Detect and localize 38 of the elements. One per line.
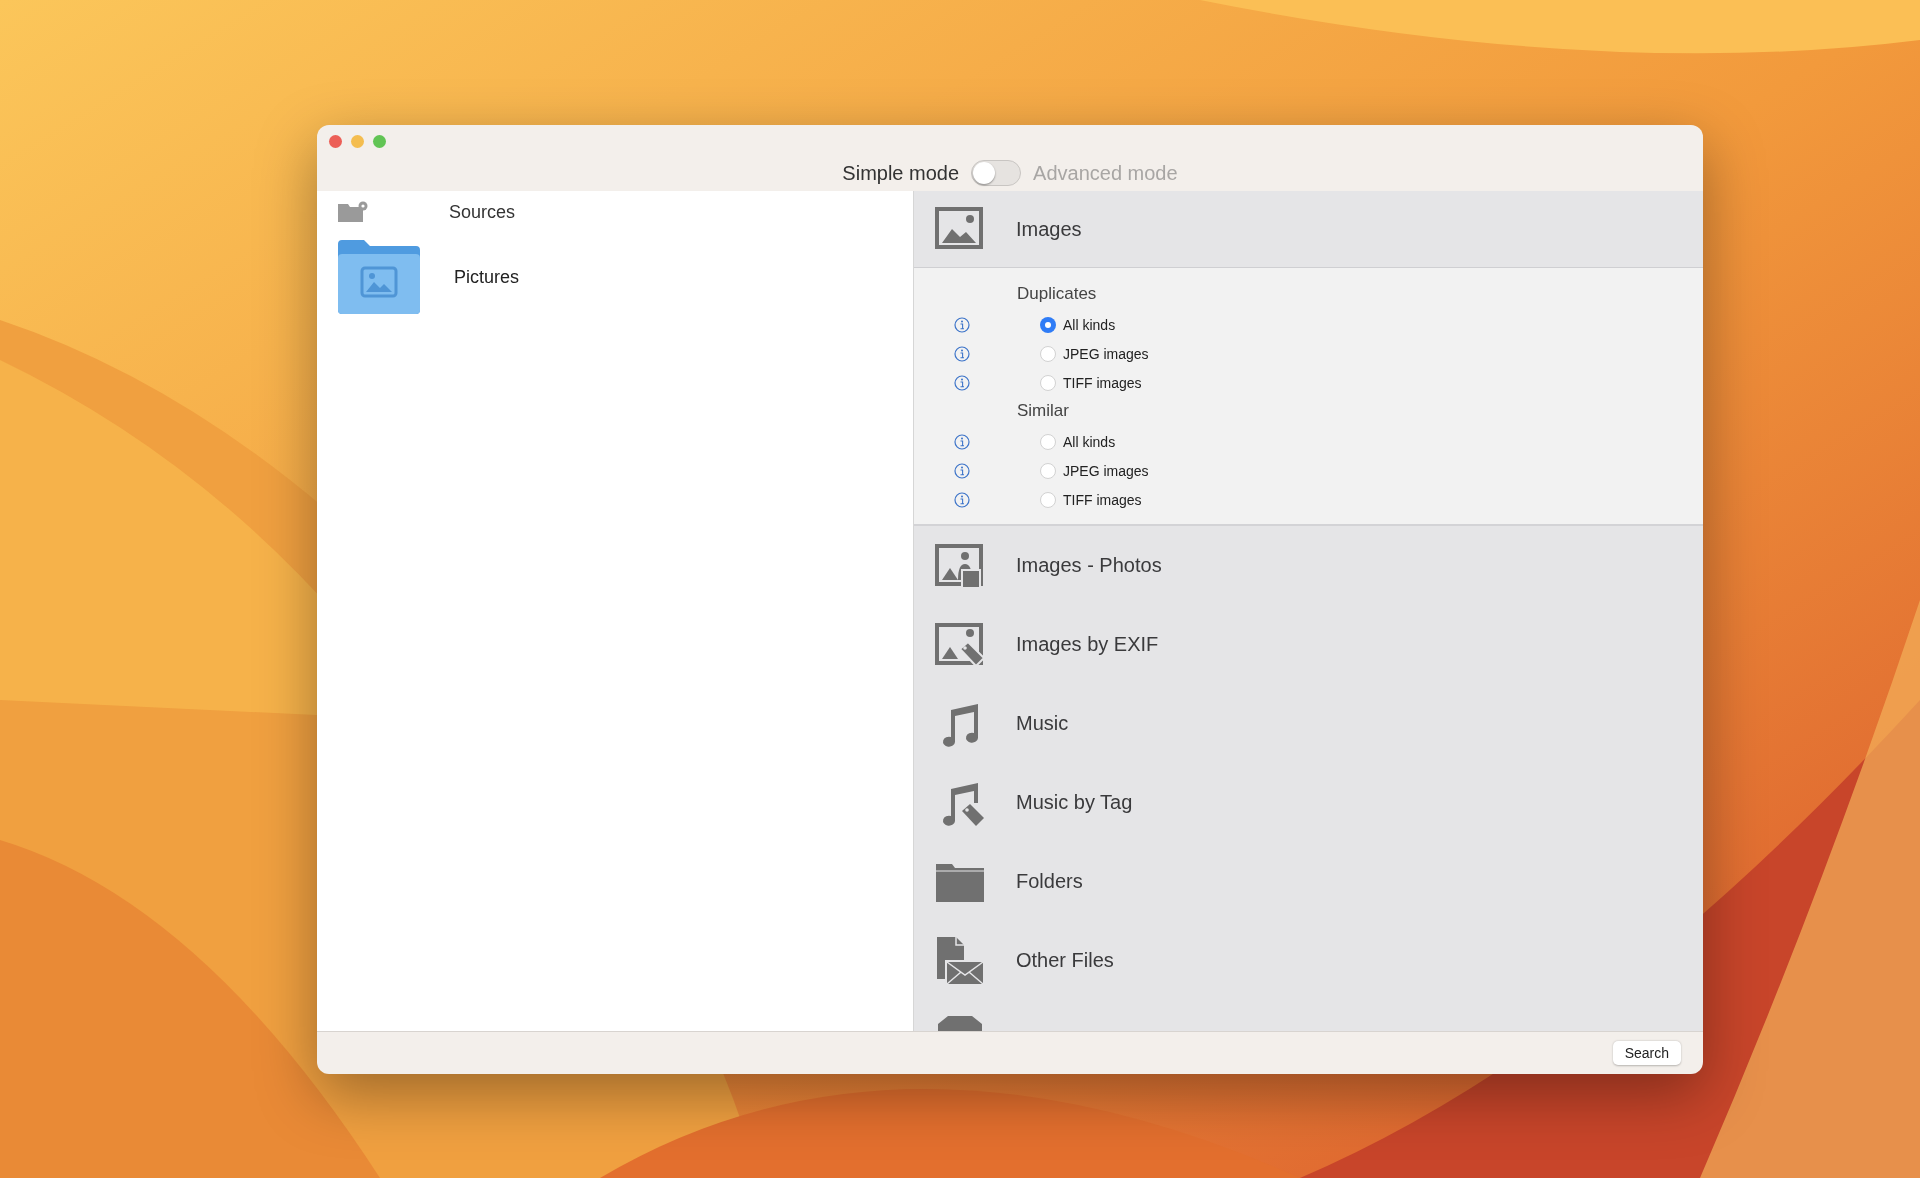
info-icon[interactable]	[954, 345, 970, 362]
sources-heading: Sources	[449, 201, 516, 223]
group-title: Similar	[1017, 400, 1070, 422]
info-icon[interactable]	[954, 316, 970, 333]
radio-button[interactable]	[1040, 345, 1056, 362]
radio-button[interactable]	[1040, 433, 1056, 450]
option-label: JPEG images	[1063, 345, 1149, 362]
option-label: All kinds	[1063, 433, 1116, 450]
category-row[interactable]: Images by EXIF	[914, 605, 1703, 684]
folder-icon	[336, 240, 422, 314]
category-row[interactable]: Other Files	[914, 921, 1703, 1000]
category-row[interactable]: Music by Tag	[914, 763, 1703, 842]
info-icon[interactable]	[954, 462, 970, 479]
mode-label: Simple mode	[842, 161, 960, 185]
option-label: TIFF images	[1063, 491, 1142, 508]
folder-gear-icon[interactable]	[337, 200, 369, 224]
source-item[interactable]: Pictures	[454, 266, 520, 288]
option-label: JPEG images	[1063, 462, 1149, 479]
group-title: Duplicates	[1017, 283, 1098, 305]
search-button[interactable]: Search	[1612, 1041, 1681, 1065]
info-icon[interactable]	[954, 491, 970, 508]
minimize-button[interactable]	[351, 135, 364, 148]
close-button[interactable]	[329, 135, 342, 148]
radio-button[interactable]	[1040, 316, 1056, 333]
radio-button[interactable]	[1040, 374, 1056, 391]
mode-label: Advanced mode	[1033, 161, 1178, 185]
info-icon[interactable]	[954, 374, 970, 391]
radio-button[interactable]	[1040, 462, 1056, 479]
zoom-button[interactable]	[373, 135, 386, 148]
mode-toggle[interactable]	[971, 160, 1022, 186]
info-icon[interactable]	[954, 433, 970, 450]
radio-button[interactable]	[1040, 491, 1056, 508]
option-label: TIFF images	[1063, 374, 1142, 391]
category-row[interactable]: Images - Photos	[914, 526, 1703, 605]
file-envelope-icon	[934, 934, 986, 987]
category-row[interactable]: Folders	[914, 842, 1703, 921]
category-row[interactable]: Music	[914, 684, 1703, 763]
option-label: All kinds	[1063, 316, 1116, 333]
